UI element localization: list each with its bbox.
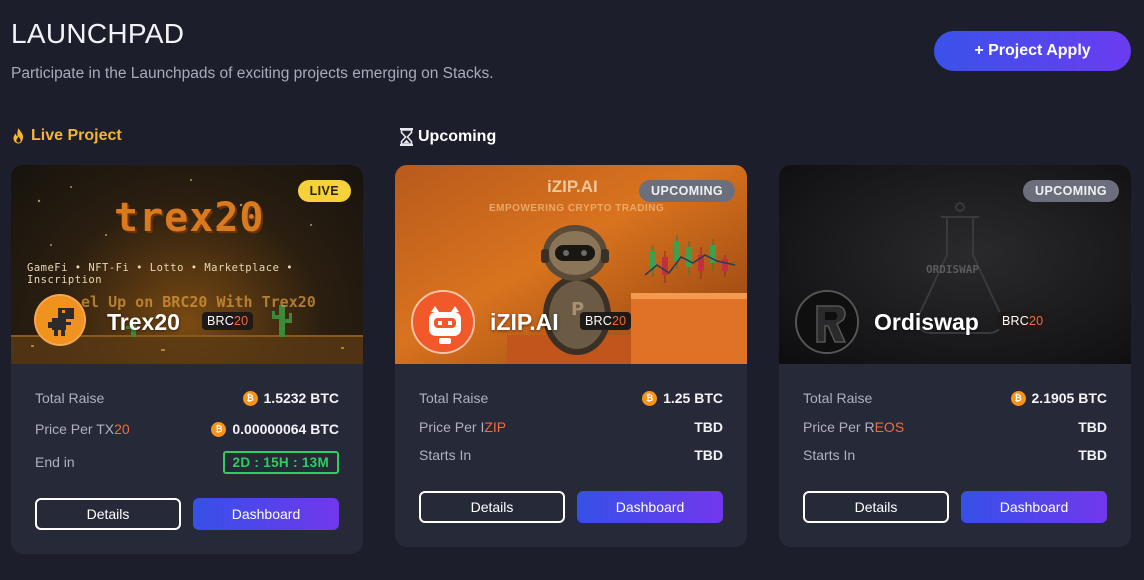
- banner-title: ORDISWAP: [926, 263, 979, 276]
- banner-logo-text: trex20: [114, 195, 265, 241]
- project-card-ordiswap[interactable]: ORDISWAP UPCOMING Ordiswap BRC20 Total R…: [779, 165, 1131, 547]
- total-raise-row: Total Raise ₿ 1.5232 BTC: [35, 390, 339, 406]
- project-card-trex20[interactable]: trex20 GameFi • NFT-Fi • Lotto • Marketp…: [11, 165, 363, 554]
- project-banner: ORDISWAP UPCOMING Ordiswap BRC20: [779, 165, 1131, 364]
- project-apply-button[interactable]: + Project Apply: [934, 31, 1131, 71]
- chain-tag: BRC20: [580, 312, 632, 330]
- chain-tag: BRC20: [997, 312, 1049, 330]
- dashboard-button[interactable]: Dashboard: [193, 498, 339, 530]
- banner-title: iZIP.AI: [547, 177, 598, 196]
- bitcoin-icon: ₿: [1010, 390, 1026, 406]
- hourglass-icon: [399, 127, 414, 147]
- dashboard-button[interactable]: Dashboard: [961, 491, 1107, 523]
- price-per-row: Price Per IZIP TBD: [419, 419, 723, 435]
- live-project-heading: Live Project: [10, 127, 122, 145]
- total-raise-row: Total Raise ₿ 1.25 BTC: [419, 390, 723, 406]
- flame-icon: [10, 127, 27, 145]
- dashboard-button[interactable]: Dashboard: [577, 491, 723, 523]
- total-raise-row: Total Raise ₿ 2.1905 BTC: [803, 390, 1107, 406]
- bitcoin-icon: ₿: [242, 390, 258, 406]
- details-button[interactable]: Details: [803, 491, 949, 523]
- end-in-row: End in 2D : 15H : 13M: [35, 450, 339, 474]
- page-title: LAUNCHPAD: [11, 18, 185, 49]
- chain-tag: BRC20: [202, 312, 254, 330]
- bitcoin-icon: ₿: [211, 421, 227, 437]
- project-banner: trex20 GameFi • NFT-Fi • Lotto • Marketp…: [11, 165, 363, 364]
- project-name: iZIP.AI: [490, 309, 559, 335]
- price-per-row: Price Per TX20 ₿ 0.00000064 BTC: [35, 421, 339, 437]
- banner-subtitle: EMPOWERING CRYPTO TRADING: [489, 203, 665, 214]
- page-subtitle: Participate in the Launchpads of excitin…: [11, 65, 494, 82]
- project-name: Ordiswap: [874, 309, 979, 335]
- project-avatar: [34, 294, 86, 346]
- project-name: Trex20: [107, 309, 180, 335]
- banner-tagline: GameFi • NFT-Fi • Lotto • Marketplace • …: [27, 262, 294, 286]
- status-badge: UPCOMING: [1023, 180, 1119, 202]
- bitcoin-icon: ₿: [642, 390, 658, 406]
- project-avatar: [411, 290, 475, 354]
- countdown-timer: 2D : 15H : 13M: [222, 450, 339, 474]
- project-avatar: [795, 290, 859, 354]
- details-button[interactable]: Details: [419, 491, 565, 523]
- project-card-izip[interactable]: P iZIP.AI EMPOWERING CRYPTO TRADING UPCO…: [395, 165, 747, 547]
- status-badge: LIVE: [297, 180, 351, 202]
- live-project-label: Live Project: [31, 127, 122, 144]
- upcoming-label: Upcoming: [418, 128, 497, 145]
- price-per-row: Price Per REOS TBD: [803, 419, 1107, 435]
- starts-in-row: Starts In TBD: [419, 447, 723, 463]
- upcoming-heading: Upcoming: [399, 127, 496, 147]
- starts-in-row: Starts In TBD: [803, 447, 1107, 463]
- details-button[interactable]: Details: [35, 498, 181, 530]
- project-banner: P iZIP.AI EMPOWERING CRYPTO TRADING UPCO…: [395, 165, 747, 364]
- status-badge: UPCOMING: [639, 180, 735, 202]
